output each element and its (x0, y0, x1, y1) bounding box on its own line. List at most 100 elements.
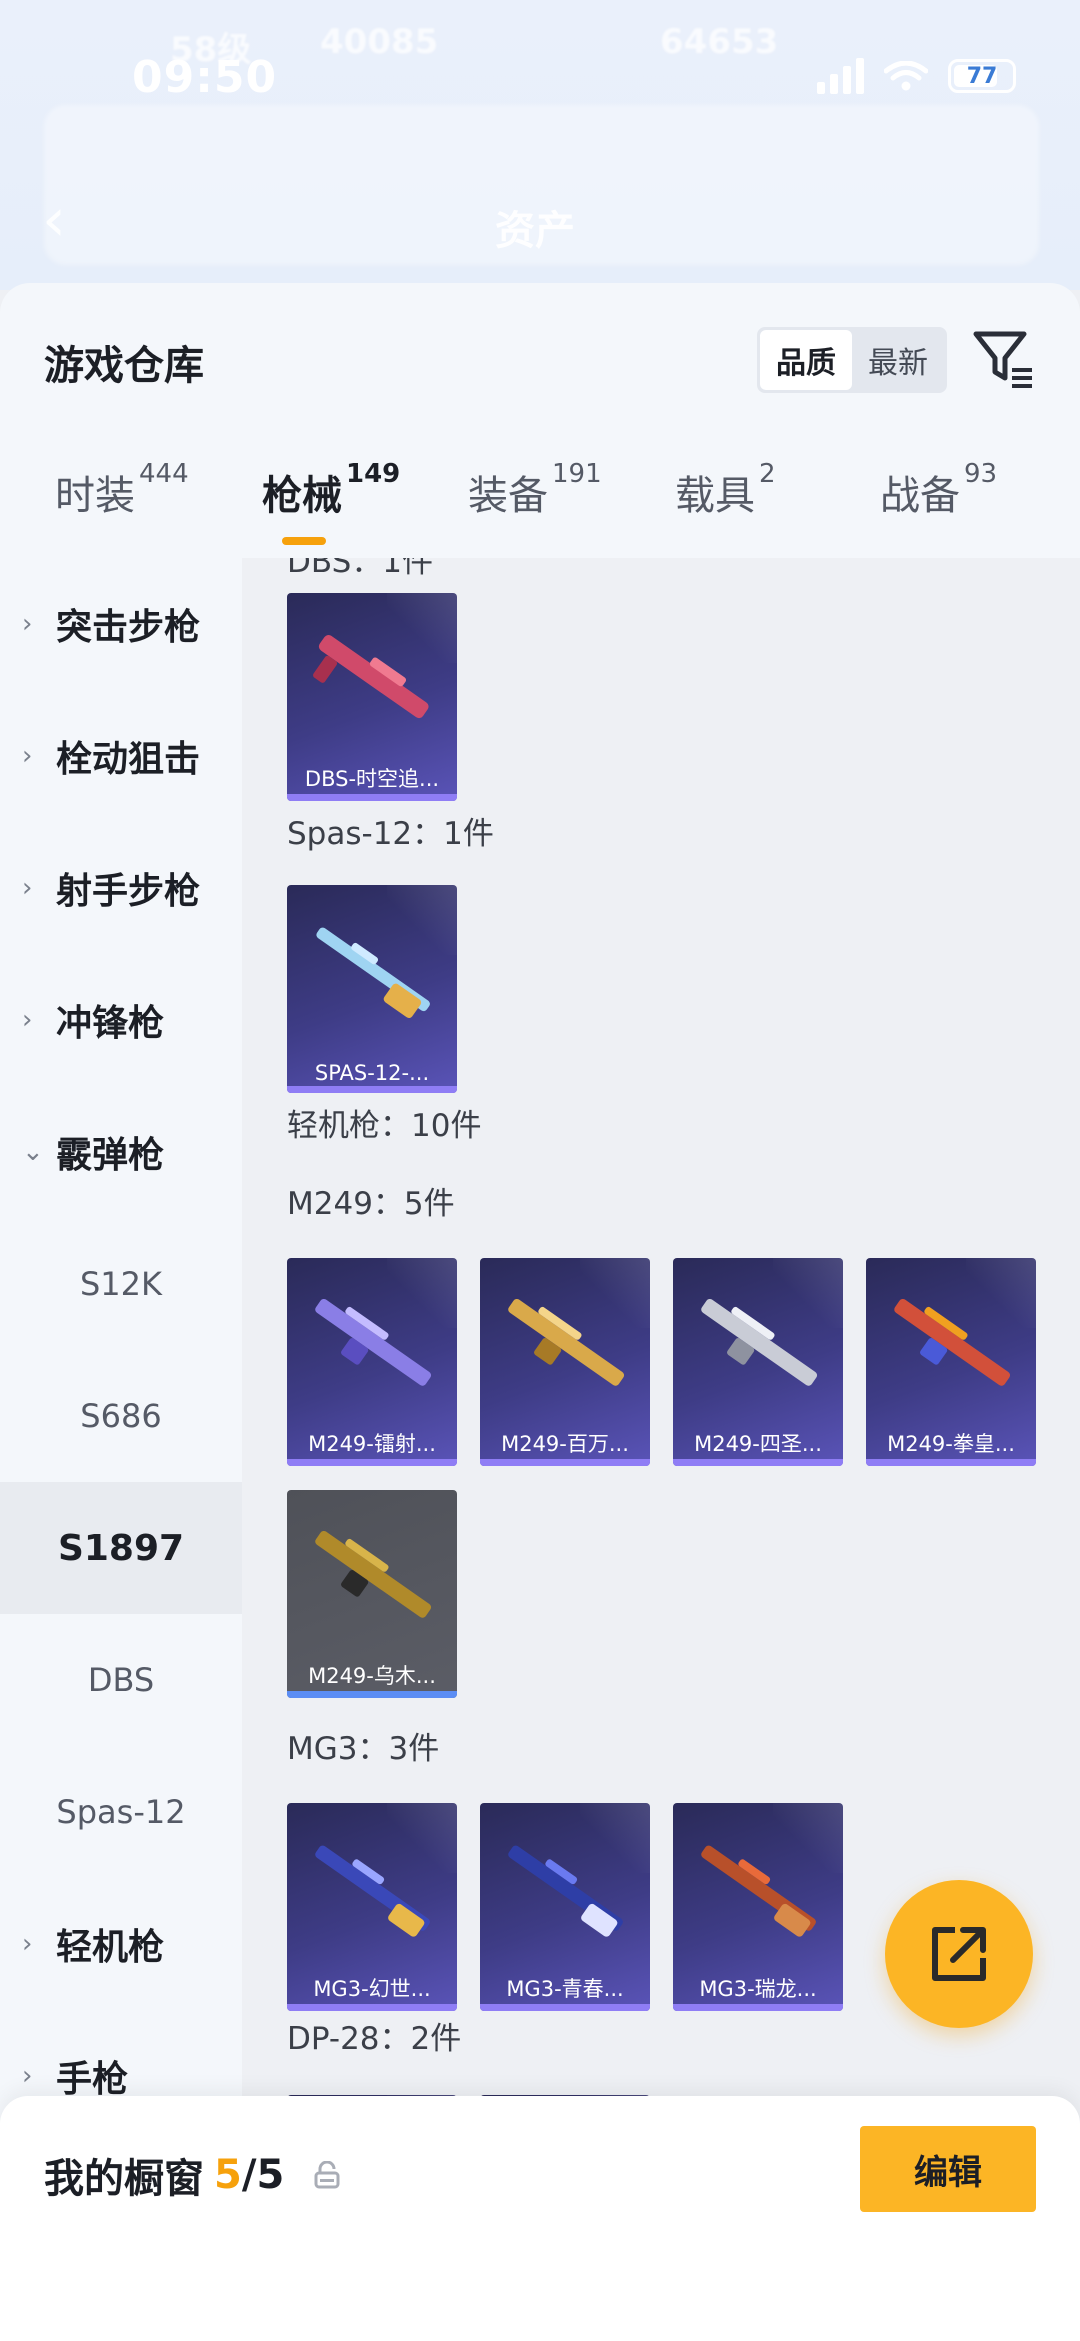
tab-count: 444 (139, 459, 189, 489)
rarity-bar (480, 2004, 650, 2011)
rarity-bar (673, 1459, 843, 1466)
tab-label: 时装 (55, 473, 135, 519)
group-label-spas12: Spas-12：1件 (287, 816, 494, 852)
tab-equipment[interactable]: 装备 191 (468, 459, 602, 521)
tab-label: 枪械 (262, 473, 342, 519)
nav-label: 轻机枪 (56, 1927, 165, 1968)
item-name: M249-百万... (501, 1432, 629, 1456)
tab-label: 战备 (880, 473, 960, 519)
lmg-skin-icon (315, 1298, 432, 1386)
lmg-skin-icon (315, 1530, 432, 1618)
rarity-bar (287, 1086, 457, 1093)
lmg-skin-icon (701, 1298, 818, 1386)
item-card[interactable]: MG3-幻世... (287, 1803, 457, 2011)
lmg-skin-icon (508, 1298, 625, 1386)
nav-sub-dbs[interactable]: DBS (0, 1614, 242, 1746)
external-link-icon (932, 1927, 986, 1981)
item-card[interactable]: M249-乌木... (287, 1490, 457, 1698)
sort-quality-button[interactable]: 品质 (760, 330, 852, 390)
item-card[interactable]: DBS-时空追... (287, 593, 457, 801)
lock-icon (314, 2161, 340, 2189)
share-button[interactable] (885, 1880, 1033, 2028)
lmg-skin-icon (315, 1845, 430, 1937)
nav-marksman-rifle[interactable]: › 射手步枪 (0, 822, 242, 954)
nav-sub-s12k[interactable]: S12K (0, 1218, 242, 1350)
tab-count: 149 (346, 459, 401, 489)
item-card[interactable]: MG3-瑞龙... (673, 1803, 843, 2011)
nav-shotgun[interactable]: ⌄ 霰弹枪 (0, 1086, 242, 1218)
showcase-bar: 我的橱窗 5 /5 编辑 (0, 2096, 1080, 2341)
nav-lmg[interactable]: › 轻机枪 (0, 1878, 242, 2010)
chevron-right-icon: › (22, 1005, 33, 1035)
tab-count: 93 (964, 459, 998, 489)
battery-level: 77 (966, 64, 998, 89)
rarity-bar (287, 1459, 457, 1466)
nav-sub-spas12[interactable]: Spas-12 (0, 1746, 242, 1878)
chevron-right-icon: › (22, 2061, 33, 2091)
nav-label: 突击步枪 (56, 607, 201, 648)
lmg-skin-icon (508, 1845, 623, 1937)
item-card[interactable]: M249-四圣... (673, 1258, 843, 1466)
nav-smg[interactable]: › 冲锋枪 (0, 954, 242, 1086)
item-name: MG3-瑞龙... (699, 1977, 817, 2001)
chevron-right-icon: › (22, 609, 33, 639)
background-stat: 40085 (320, 22, 439, 62)
tab-vehicles[interactable]: 载具 2 (675, 459, 776, 521)
rarity-bar (287, 1691, 457, 1698)
nav-label: 手枪 (56, 2059, 129, 2100)
chevron-right-icon: › (22, 741, 33, 771)
group-label-m249: M249：5件 (287, 1186, 455, 1222)
nav-label: 栓动狙击 (56, 739, 201, 780)
chevron-right-icon: › (22, 873, 33, 903)
rarity-bar (866, 1459, 1036, 1466)
back-arrow-icon[interactable]: ‹ (42, 190, 66, 250)
item-name: M249-拳皇... (887, 1432, 1015, 1456)
sort-latest-button[interactable]: 最新 (852, 330, 944, 390)
filter-icon[interactable] (972, 328, 1036, 392)
sort-toggle: 品质 最新 (757, 327, 947, 393)
item-name: M249-镭射... (308, 1432, 436, 1456)
group-label-lmg: 轻机枪：10件 (287, 1108, 482, 1144)
background-header: 58级 40085 64653 ‹ 资产 09:50 77 (0, 0, 1080, 290)
item-name: MG3-幻世... (313, 1977, 431, 2001)
battery-icon: 77 (948, 59, 1016, 93)
nav-sub-s1897[interactable]: S1897 (0, 1482, 242, 1614)
nav-bolt-sniper[interactable]: › 栓动狙击 (0, 690, 242, 822)
weapon-category-nav: › 突击步枪 › 栓动狙击 › 射手步枪 › 冲锋枪 ⌄ 霰弹枪 S12K S686 S1… (0, 558, 242, 2341)
item-card[interactable]: M249-拳皇... (866, 1258, 1036, 1466)
chevron-down-icon: ⌄ (22, 1137, 44, 1167)
item-card[interactable]: M249-镭射... (287, 1258, 457, 1466)
rarity-bar (287, 794, 457, 801)
nav-assault-rifle[interactable]: › 突击步枪 (0, 558, 242, 690)
nav-sub-s686[interactable]: S686 (0, 1350, 242, 1482)
tab-supplies[interactable]: 战备 93 (880, 459, 997, 521)
background-stat: 64653 (660, 22, 779, 62)
rarity-bar (673, 2004, 843, 2011)
weapon-list: DBS：1件 DBS-时空追... Spas-12：1件 SPAS-12-...… (242, 558, 1080, 2341)
item-card[interactable]: MG3-青春... (480, 1803, 650, 2011)
tab-label: 载具 (675, 473, 755, 519)
item-card[interactable]: SPAS-12-... (287, 885, 457, 1093)
signal-icon (817, 58, 864, 94)
item-name: DBS-时空追... (304, 767, 440, 791)
tab-firearms[interactable]: 枪械 149 (262, 459, 400, 521)
item-card[interactable]: M249-百万... (480, 1258, 650, 1466)
edit-button[interactable]: 编辑 (860, 2126, 1036, 2212)
tab-count: 191 (552, 459, 602, 489)
showcase-label: 我的橱窗 (44, 2156, 204, 2202)
lmg-skin-icon (894, 1298, 1011, 1386)
group-label-dp28: DP-28：2件 (287, 2021, 462, 2057)
tab-count: 2 (759, 459, 776, 489)
active-tab-indicator (282, 537, 326, 545)
rarity-bar (287, 2004, 457, 2011)
tab-fashion[interactable]: 时装 444 (55, 459, 189, 521)
showcase-current-count: 5 (214, 2152, 242, 2198)
shotgun-skin-icon (316, 927, 430, 1019)
status-time: 09:50 (132, 52, 278, 103)
warehouse-sheet: 游戏仓库 品质 最新 时装 444 枪械 149 装备 191 载具 2 战备 93 › 突… (0, 283, 1080, 2341)
tab-label: 装备 (468, 473, 548, 519)
chevron-right-icon: › (22, 1929, 33, 1959)
nav-label: 冲锋枪 (56, 1003, 165, 1044)
nav-label: 霰弹枪 (56, 1135, 165, 1176)
rarity-bar (480, 1459, 650, 1466)
